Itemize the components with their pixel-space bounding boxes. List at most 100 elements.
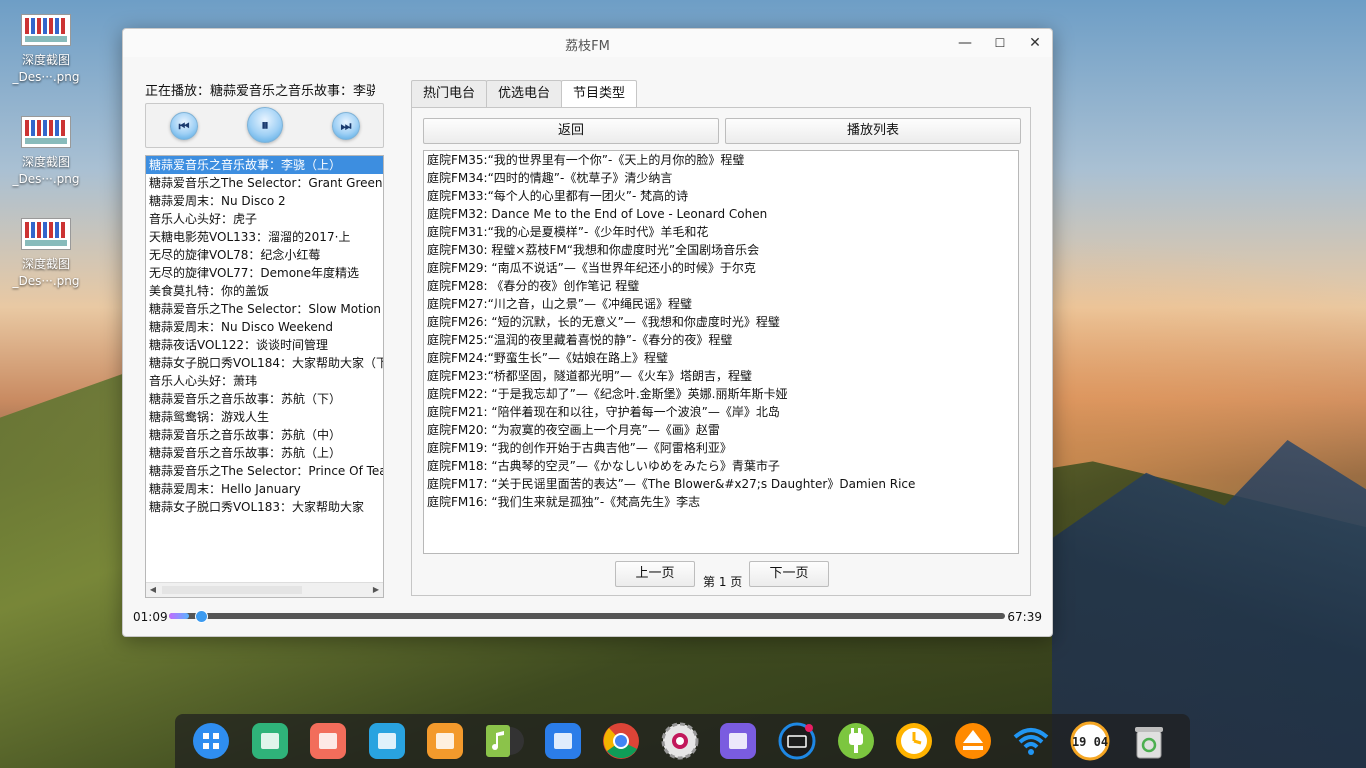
playlist-item[interactable]: 糖蒜夜话VOL122：谈谈时间管理 xyxy=(146,336,383,354)
total-time: 67:39 xyxy=(1007,610,1042,624)
program-item[interactable]: 庭院FM27:“川之音，山之景”—《冲绳民谣》程璧 xyxy=(424,295,1018,313)
playlist-item[interactable]: 糖蒜女子脱口秀VOL184：大家帮助大家（下 xyxy=(146,354,383,372)
playlist-panel[interactable]: 糖蒜爱音乐之音乐故事：李骁（上） 糖蒜爱音乐之The Selector：Gran… xyxy=(145,155,384,598)
tab-featured-radio[interactable]: 优选电台 xyxy=(486,80,563,107)
program-item[interactable]: 庭院FM31:“我的心是夏模样”-《少年时代》羊毛和花 xyxy=(424,223,1018,241)
scroll-left-icon[interactable]: ◀ xyxy=(146,583,160,597)
playlist-item[interactable]: 糖蒜鸳鸯锅：游戏人生 xyxy=(146,408,383,426)
app-store-icon[interactable] xyxy=(425,721,465,761)
playlist-item[interactable]: 无尽的旋律VOL78：纪念小红莓 xyxy=(146,246,383,264)
program-item[interactable]: 庭院FM19: “我的创作开始于古典吉他”—《阿雷格利亚》 xyxy=(424,439,1018,457)
program-item[interactable]: 庭院FM35:“我的世界里有一个你”-《天上的月你的脸》程璧 xyxy=(424,151,1018,169)
seek-bar[interactable] xyxy=(169,610,1005,623)
app-window: 荔枝FM — ☐ ✕ 正在播放：糖蒜爱音乐之音乐故事：李骁... ⏮ ⏸ ⏭ 糖… xyxy=(122,28,1053,637)
system-settings-icon[interactable] xyxy=(660,721,700,761)
close-button[interactable]: ✕ xyxy=(1024,33,1046,53)
playlist-item[interactable]: 糖蒜爱音乐之The Selector：Prince Of Tears xyxy=(146,462,383,480)
next-track-button[interactable]: ⏭ xyxy=(332,112,360,140)
playlist-item[interactable]: 糖蒜爱音乐之音乐故事：苏航（上） xyxy=(146,444,383,462)
playlist-item[interactable]: 糖蒜爱音乐之音乐故事：苏航（中） xyxy=(146,426,383,444)
pause-button[interactable]: ⏸ xyxy=(247,107,283,143)
desktop-icon-label: 深度截图 xyxy=(21,155,70,169)
program-item[interactable]: 庭院FM25:“温润的夜里藏着喜悦的静”-《春分的夜》程璧 xyxy=(424,331,1018,349)
desktop-icon-label: _Des···.png xyxy=(12,70,80,84)
next-page-button[interactable]: 下一页 xyxy=(749,561,829,587)
desktop-icon-label: 深度截图 xyxy=(21,257,70,271)
playlist-item[interactable]: 糖蒜爱音乐之音乐故事：李骁（上） xyxy=(146,156,383,174)
trash-icon[interactable] xyxy=(1129,721,1169,761)
playlist-item[interactable]: 糖蒜爱周末：Hello January xyxy=(146,480,383,498)
program-item[interactable]: 庭院FM23:“桥都坚固，隧道都光明”—《火车》塔朗吉，程璧 xyxy=(424,367,1018,385)
tab-hot-radio[interactable]: 热门电台 xyxy=(411,80,488,107)
seek-handle[interactable] xyxy=(195,610,208,623)
chrome-icon[interactable] xyxy=(601,721,641,761)
previous-page-button[interactable]: 上一页 xyxy=(615,561,695,587)
control-center-icon[interactable] xyxy=(718,721,758,761)
program-item[interactable]: 庭院FM21: “陪伴着现在和以往，守护着每一个波浪”—《岸》北岛 xyxy=(424,403,1018,421)
clock-app-icon[interactable] xyxy=(894,721,934,761)
keyboard-indicator-icon[interactable] xyxy=(777,721,817,761)
playlist-item[interactable]: 糖蒜女子脱口秀VOL183：大家帮助大家 xyxy=(146,498,383,516)
wifi-icon[interactable] xyxy=(1011,721,1051,761)
playlist-item[interactable]: 糖蒜爱周末：Nu Disco Weekend xyxy=(146,318,383,336)
program-item[interactable]: 庭院FM16: “我们生来就是孤独”-《梵高先生》李志 xyxy=(424,493,1018,511)
horizontal-scrollbar[interactable]: ◀ ▶ xyxy=(146,582,383,597)
title-bar[interactable]: 荔枝FM — ☐ ✕ xyxy=(123,29,1052,57)
program-item[interactable]: 庭院FM20: “为寂寞的夜空画上一个月亮”—《画》赵雷 xyxy=(424,421,1018,439)
now-playing-label: 正在播放：糖蒜爱音乐之音乐故事：李骁... xyxy=(145,84,375,99)
dock: 19 04 xyxy=(175,714,1190,768)
playback-controls: ⏮ ⏸ ⏭ xyxy=(145,103,384,148)
desktop-icon-label: _Des···.png xyxy=(12,172,80,186)
playlist-item[interactable]: 无尽的旋律VOL77：Demone年度精选 xyxy=(146,264,383,282)
page-indicator: 第 1 页 xyxy=(703,575,743,589)
program-item[interactable]: 庭院FM18: “古典琴的空灵”—《かなしいゆめをみたら》青葉市子 xyxy=(424,457,1018,475)
program-list-panel[interactable]: 庭院FM35:“我的世界里有一个你”-《天上的月你的脸》程璧 庭院FM34:“四时… xyxy=(423,150,1019,554)
image-file-icon xyxy=(21,218,71,250)
power-plug-icon[interactable] xyxy=(836,721,876,761)
program-item[interactable]: 庭院FM30: 程璧×荔枝FM“我想和你虚度时光”全国剧场音乐会 xyxy=(424,241,1018,259)
current-time: 01:09 xyxy=(133,610,168,624)
program-item[interactable]: 庭院FM28: 《春分的夜》创作笔记 程璧 xyxy=(424,277,1018,295)
program-item[interactable]: 庭院FM17: “关于民谣里面苦的表达”—《The Blower&#x27;s … xyxy=(424,475,1018,493)
image-file-icon xyxy=(21,116,71,148)
seek-bar-progress xyxy=(169,613,189,619)
program-item[interactable]: 庭院FM22: “于是我忘却了”—《纪念叶.金斯堡》英娜.丽斯年斯卡娅 xyxy=(424,385,1018,403)
digital-clock-icon[interactable]: 19 04 xyxy=(1070,721,1110,761)
scroll-right-icon[interactable]: ▶ xyxy=(369,583,383,597)
program-item[interactable]: 庭院FM24:“野蛮生长”—《姑娘在路上》程璧 xyxy=(424,349,1018,367)
eject-icon[interactable] xyxy=(953,721,993,761)
program-item[interactable]: 庭院FM34:“四时的情趣”-《枕草子》清少纳言 xyxy=(424,169,1018,187)
playlist-item[interactable]: 糖蒜爱音乐之音乐故事：苏航（下） xyxy=(146,390,383,408)
desktop-icon-screenshot-1[interactable]: 深度截图 _Des···.png xyxy=(12,14,80,86)
minimize-button[interactable]: — xyxy=(954,33,976,53)
playlist-item[interactable]: 美食莫扎特：你的盖饭 xyxy=(146,282,383,300)
file-archiver-icon[interactable] xyxy=(367,721,407,761)
window-title: 荔枝FM xyxy=(565,39,610,54)
playlist-item[interactable]: 音乐人心头好：虎子 xyxy=(146,210,383,228)
launcher-icon[interactable] xyxy=(191,721,231,761)
back-button[interactable]: 返回 xyxy=(423,118,719,144)
playlist-item[interactable]: 天糖电影苑VOL133：溜溜的2017·上 xyxy=(146,228,383,246)
file-manager-icon[interactable] xyxy=(250,721,290,761)
tab-program-types[interactable]: 节目类型 xyxy=(561,80,638,108)
desktop-icon-screenshot-3[interactable]: 深度截图 _Des···.png xyxy=(12,218,80,290)
scrollbar-thumb[interactable] xyxy=(162,586,302,594)
playlist-button[interactable]: 播放列表 xyxy=(725,118,1021,144)
music-player-icon[interactable] xyxy=(484,721,524,761)
program-item[interactable]: 庭院FM29: “南瓜不说话”—《当世界年纪还小的时候》于尔克 xyxy=(424,259,1018,277)
desktop-icon-screenshot-2[interactable]: 深度截图 _Des···.png xyxy=(12,116,80,188)
playlist-item[interactable]: 音乐人心头好：萧玮 xyxy=(146,372,383,390)
movie-player-icon[interactable] xyxy=(543,721,583,761)
playlist-item[interactable]: 糖蒜爱周末：Nu Disco 2 xyxy=(146,192,383,210)
program-item[interactable]: 庭院FM26: “短的沉默，长的无意义”—《我想和你虚度时光》程璧 xyxy=(424,313,1018,331)
program-item[interactable]: 庭院FM33:“每个人的心里都有一团火”- 梵高的诗 xyxy=(424,187,1018,205)
desktop-icon-label: _Des···.png xyxy=(12,274,80,288)
playlist: 糖蒜爱音乐之音乐故事：李骁（上） 糖蒜爱音乐之The Selector：Gran… xyxy=(146,156,383,516)
tab-bar: 热门电台 优选电台 节目类型 xyxy=(411,80,638,108)
previous-track-button[interactable]: ⏮ xyxy=(170,112,198,140)
program-item[interactable]: 庭院FM32: Dance Me to the End of Love - Le… xyxy=(424,205,1018,223)
maximize-button[interactable]: ☐ xyxy=(989,33,1011,53)
playlist-item[interactable]: 糖蒜爱音乐之The Selector：Grant Green xyxy=(146,174,383,192)
screen-recorder-icon[interactable] xyxy=(308,721,348,761)
playlist-item[interactable]: 糖蒜爱音乐之The Selector：Slow Motion xyxy=(146,300,383,318)
